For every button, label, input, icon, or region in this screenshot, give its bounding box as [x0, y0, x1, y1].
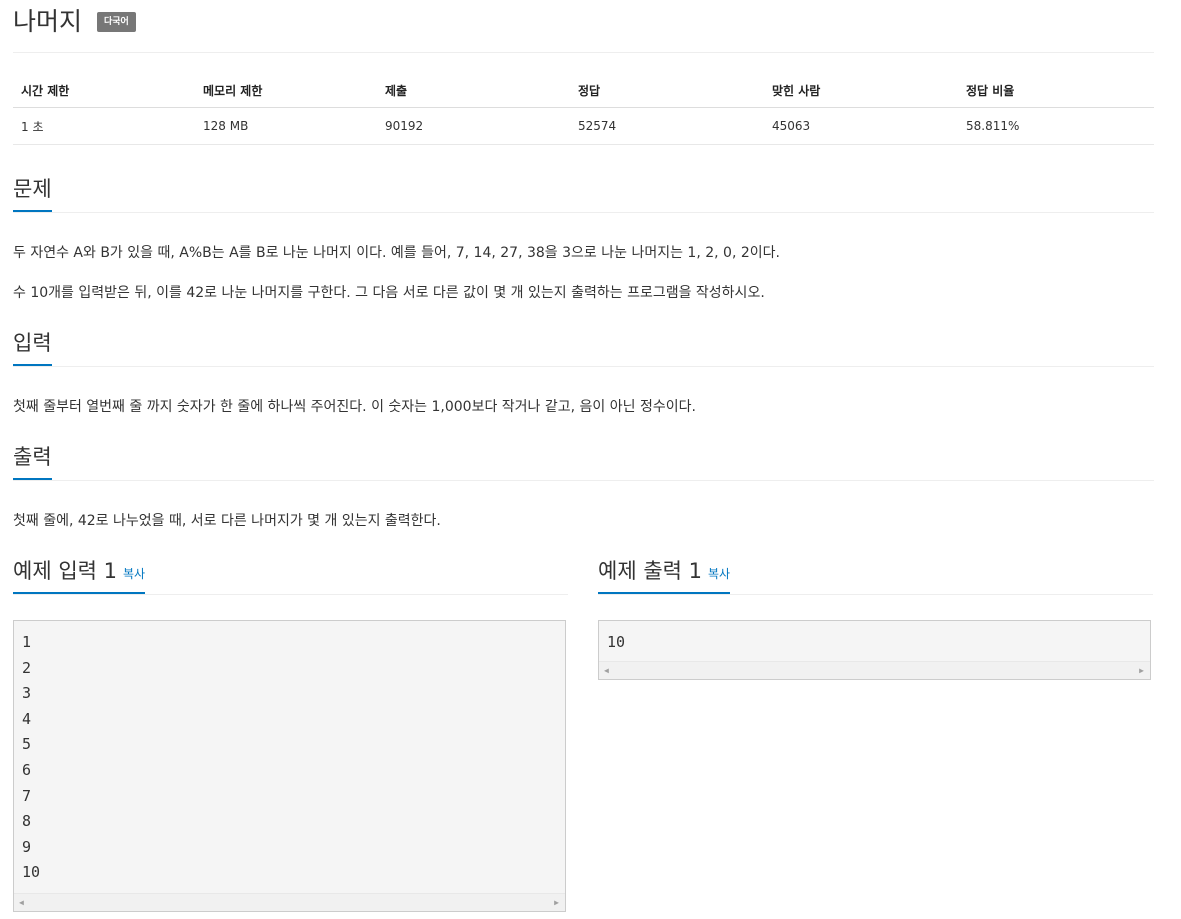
description-heading: 문제 [13, 176, 52, 212]
time-limit-value: 1 초 [13, 107, 195, 145]
input-section: 입력 [13, 330, 1154, 367]
solvers-value: 45063 [764, 107, 958, 145]
sample-input-line: 2 [22, 658, 32, 677]
sample-input-lines: 1 2 3 4 5 6 7 8 9 10 [14, 621, 565, 886]
memory-limit-header: 메모리 제한 [195, 77, 377, 108]
input-heading: 입력 [13, 330, 52, 366]
sample-output-line: 10 [607, 633, 626, 651]
input-description: 첫째 줄부터 열번째 줄 까지 숫자가 한 줄에 하나씩 주어진다. 이 숫자는… [13, 399, 696, 415]
description-section: 문제 [13, 176, 1154, 213]
problem-page: 나머지 다국어 시간 제한 메모리 제한 제출 정답 맞힌 사람 정답 비율 1… [13, 0, 1154, 912]
time-limit-header: 시간 제한 [13, 77, 195, 108]
sample-input-heading-bar: 예제 입력 1 복사 [13, 558, 568, 595]
submissions-value: 90192 [377, 107, 570, 145]
sample-input-line: 8 [22, 812, 32, 831]
description-paragraph-2: 수 10개를 입력받은 뒤, 이를 42로 나눈 나머지를 구한다. 그 다음 … [13, 285, 765, 301]
description-paragraph-1: 두 자연수 A와 B가 있을 때, A%B는 A를 B로 나눈 나머지 이다. … [13, 245, 780, 261]
sample-input-line: 7 [22, 786, 32, 805]
multilanguage-badge[interactable]: 다국어 [97, 12, 136, 32]
sample-input-pre[interactable]: 1 2 3 4 5 6 7 8 9 10 ◀ ▶ [13, 620, 566, 912]
sample-output-copy-button[interactable]: 복사 [708, 567, 730, 581]
accepted-value: 52574 [570, 107, 764, 145]
sample-output-pre[interactable]: 10 ◀ ▶ [598, 620, 1151, 680]
problem-info-table: 시간 제한 메모리 제한 제출 정답 맞힌 사람 정답 비율 1 초 128 M… [13, 77, 1154, 145]
sample-output-title: 예제 출력 1 [598, 559, 702, 583]
sample-output-block: 예제 출력 1 복사 10 ◀ ▶ [598, 558, 1153, 680]
sample-input-line: 9 [22, 837, 32, 856]
sample-input-line: 5 [22, 735, 32, 754]
scroll-left-arrow-icon[interactable]: ◀ [604, 666, 609, 675]
info-header-row: 시간 제한 메모리 제한 제출 정답 맞힌 사람 정답 비율 [13, 77, 1154, 108]
sample-input-line: 6 [22, 760, 32, 779]
problem-title: 나머지 [13, 7, 83, 36]
scroll-left-arrow-icon[interactable]: ◀ [19, 898, 24, 907]
acceptance-ratio-header: 정답 비율 [958, 77, 1154, 108]
solvers-header: 맞힌 사람 [764, 77, 958, 108]
acceptance-ratio-value: 58.811% [958, 107, 1154, 145]
sample-output-heading-bar: 예제 출력 1 복사 [598, 558, 1153, 595]
sample-input-horizontal-scrollbar[interactable]: ◀ ▶ [14, 893, 565, 911]
sample-output-horizontal-scrollbar[interactable]: ◀ ▶ [599, 661, 1150, 679]
description-heading-bar: 문제 [13, 176, 1154, 213]
info-value-row: 1 초 128 MB 90192 52574 45063 58.811% [13, 107, 1154, 145]
input-heading-bar: 입력 [13, 330, 1154, 367]
output-description: 첫째 줄에, 42로 나누었을 때, 서로 다른 나머지가 몇 개 있는지 출력… [13, 513, 441, 529]
accepted-header: 정답 [570, 77, 764, 108]
sample-input-copy-button[interactable]: 복사 [123, 567, 145, 581]
sample-input-heading: 예제 입력 1 복사 [13, 558, 146, 594]
sample-input-line: 10 [22, 863, 41, 882]
sample-input-block: 예제 입력 1 복사 1 2 3 4 5 6 7 8 9 10 ◀ ▶ [13, 558, 568, 912]
scroll-right-arrow-icon[interactable]: ▶ [554, 898, 559, 907]
output-section: 출력 [13, 444, 1154, 481]
output-heading: 출력 [13, 444, 52, 480]
sample-input-line: 3 [22, 684, 32, 703]
sample-output-heading: 예제 출력 1 복사 [598, 558, 731, 594]
memory-limit-value: 128 MB [195, 107, 377, 145]
submissions-header: 제출 [377, 77, 570, 108]
sample-input-line: 1 [22, 633, 32, 651]
output-heading-bar: 출력 [13, 444, 1154, 481]
scroll-right-arrow-icon[interactable]: ▶ [1139, 666, 1144, 675]
sample-output-lines: 10 [599, 621, 1150, 656]
problem-title-row: 나머지 다국어 [13, 0, 1154, 53]
sample-input-title: 예제 입력 1 [13, 559, 117, 583]
sample-input-line: 4 [22, 709, 32, 728]
